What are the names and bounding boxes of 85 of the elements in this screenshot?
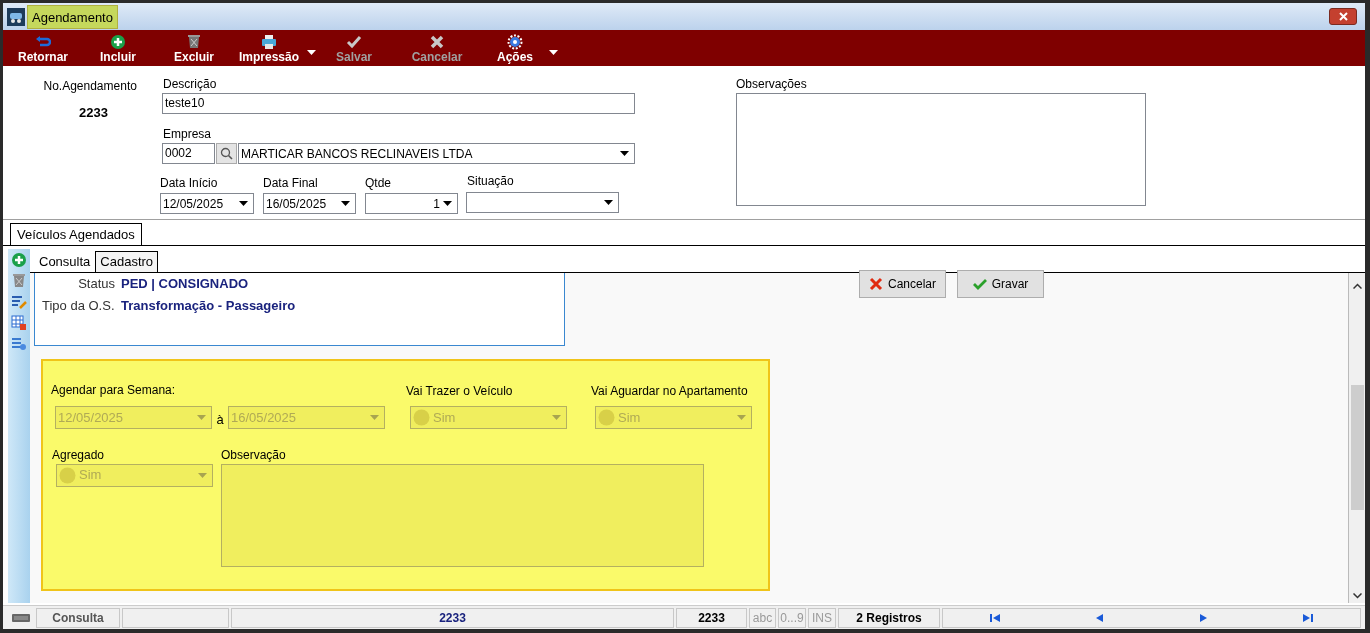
caret-icon — [341, 201, 350, 206]
dropdown-field[interactable]: 12/05/2025 — [160, 193, 254, 214]
toolbar-button[interactable]: Ações — [489, 34, 565, 64]
field-label: Data Final — [263, 176, 319, 190]
trash-icon[interactable] — [11, 273, 27, 289]
circle-icon — [59, 466, 76, 484]
text-area[interactable] — [736, 93, 1146, 206]
dropdown-field[interactable] — [466, 192, 619, 213]
close-icon — [1338, 12, 1348, 21]
field-label: Agendar para Semana: — [51, 382, 177, 398]
status-indicator: INS — [808, 607, 836, 628]
window-title: Agendamento — [27, 4, 118, 29]
scrollbar[interactable] — [1348, 273, 1365, 603]
search-button[interactable] — [216, 143, 237, 164]
previous-icon[interactable] — [1094, 612, 1105, 623]
edit-list-icon[interactable] — [11, 294, 27, 310]
status-cell: Consulta — [36, 607, 120, 628]
dropdown-field[interactable]: 16/05/2025 — [263, 193, 356, 214]
plus-icon[interactable] — [11, 252, 27, 268]
caret-icon — [737, 415, 746, 420]
field-label: Situação — [467, 174, 515, 188]
info-value: Transformação - Passageiro — [121, 297, 296, 315]
keyboard-icon — [12, 613, 30, 622]
circle-icon — [598, 409, 615, 426]
status-cell: 2233 — [231, 607, 674, 628]
gear-icon — [507, 34, 523, 50]
plus-icon — [110, 34, 126, 50]
caret-icon — [620, 151, 629, 156]
circle-icon — [413, 409, 430, 426]
dropdown-field[interactable]: 1 — [365, 193, 458, 214]
caret-icon — [604, 200, 613, 205]
status-cell: 2 Registros — [838, 607, 940, 628]
text-field[interactable]: teste10 — [162, 93, 635, 114]
field-label: No.Agendamento — [43, 78, 138, 95]
field-label: Empresa — [163, 127, 213, 141]
first-record-icon[interactable] — [990, 612, 1001, 623]
toolbar-button[interactable]: Impressão — [239, 34, 323, 64]
last-record-icon[interactable] — [1302, 612, 1313, 623]
info-value: PED | CONSIGNADO — [121, 275, 249, 293]
info-label: Status — [77, 275, 116, 293]
status-indicator: abc — [749, 607, 776, 628]
settings-list-icon[interactable] — [11, 336, 27, 352]
field-label: Agregado — [52, 446, 106, 463]
tab[interactable]: Veículos Agendados — [10, 223, 142, 245]
action-button[interactable]: Cancelar — [859, 270, 946, 298]
caret-icon — [306, 50, 316, 55]
dropdown-field[interactable]: MARTICAR BANCOS RECLINAVEIS LTDA — [238, 143, 635, 164]
action-button[interactable]: Gravar — [957, 270, 1044, 298]
caret-icon — [198, 472, 207, 478]
field-label: Data Início — [160, 176, 219, 190]
close-button[interactable] — [1329, 8, 1357, 25]
printer-icon — [261, 34, 277, 50]
trash-icon — [186, 34, 202, 50]
caret-icon — [552, 415, 561, 420]
field-label: Descrição — [163, 77, 218, 91]
caret-icon — [370, 415, 379, 421]
caret-icon — [548, 50, 558, 55]
toolbar-button[interactable]: Retornar — [11, 34, 75, 64]
code-field[interactable]: 0002 — [162, 143, 215, 164]
record-number: 2233 — [78, 104, 109, 122]
tab[interactable]: Cadastro — [95, 251, 159, 272]
info-label: Tipo da O.S. — [42, 297, 116, 315]
status-cell: 2233 — [676, 607, 747, 628]
scroll-thumb[interactable] — [1350, 385, 1364, 510]
next-icon[interactable] — [1198, 612, 1209, 623]
x-icon — [429, 34, 445, 50]
caret-icon — [443, 201, 452, 206]
checkmark-icon — [346, 34, 362, 50]
status-indicator: 0...9 — [778, 607, 806, 628]
field-label: Vai Trazer o Veículo — [406, 383, 514, 399]
toolbar-button[interactable]: Excluir — [161, 34, 227, 64]
app-icon — [7, 7, 25, 26]
field-label: Qtde — [365, 176, 392, 190]
separator-text: à — [215, 411, 225, 429]
caret-icon — [197, 415, 206, 421]
checkmark-icon — [972, 277, 987, 291]
x-icon — [869, 277, 883, 291]
field-label: Vai Aguardar no Apartamento — [591, 383, 749, 399]
field-label: Observações — [736, 77, 808, 91]
tab[interactable]: Consulta — [34, 251, 96, 272]
toolbar-button[interactable]: Incluir — [87, 34, 149, 64]
search-icon — [220, 147, 233, 160]
grid-icon[interactable] — [11, 315, 27, 331]
field-label: Observação — [221, 446, 287, 463]
caret-icon — [239, 201, 248, 206]
